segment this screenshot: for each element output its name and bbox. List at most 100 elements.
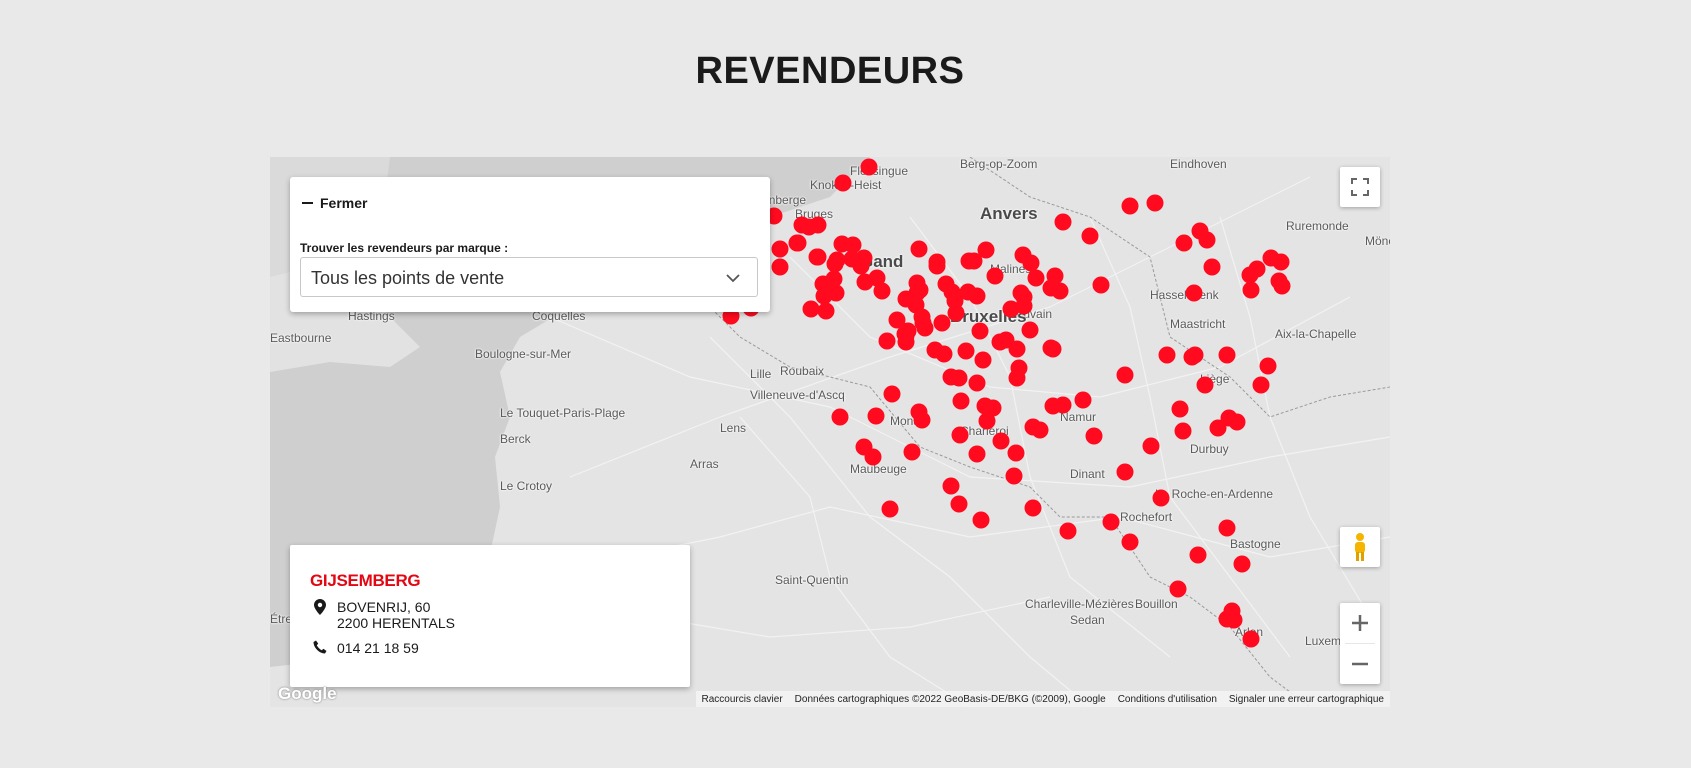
dealer-marker[interactable] xyxy=(971,322,989,340)
dealer-marker[interactable] xyxy=(1044,340,1062,358)
dealer-marker[interactable] xyxy=(1174,422,1192,440)
dealer-marker[interactable] xyxy=(817,302,835,320)
dealer-marker[interactable] xyxy=(878,332,896,350)
dealer-marker[interactable] xyxy=(950,369,968,387)
dealer-marker[interactable] xyxy=(1218,519,1236,537)
dealer-marker[interactable] xyxy=(800,218,818,236)
dealer-marker[interactable] xyxy=(1142,437,1160,455)
dealer-marker[interactable] xyxy=(960,252,978,270)
dealer-marker[interactable] xyxy=(968,287,986,305)
dealer-marker[interactable] xyxy=(914,314,932,332)
dealer-marker[interactable] xyxy=(771,240,789,258)
dealer-marker[interactable] xyxy=(856,273,874,291)
dealer-marker[interactable] xyxy=(899,322,917,340)
dealer-marker[interactable] xyxy=(992,432,1010,450)
dealer-marker[interactable] xyxy=(873,282,890,300)
fullscreen-button[interactable] xyxy=(1340,167,1380,207)
dealer-marker[interactable] xyxy=(852,257,870,275)
dealer-marker[interactable] xyxy=(1121,197,1139,215)
dealer-marker[interactable] xyxy=(1024,418,1042,436)
dealer-marker[interactable] xyxy=(788,234,806,252)
dealer-marker[interactable] xyxy=(771,258,789,276)
dealer-marker[interactable] xyxy=(1116,366,1134,384)
dealer-marker[interactable] xyxy=(1092,276,1110,294)
street-view-button[interactable] xyxy=(1340,527,1380,567)
dealer-marker[interactable] xyxy=(1012,284,1030,302)
dealer-marker[interactable] xyxy=(1196,376,1214,394)
dealer-marker[interactable] xyxy=(1014,246,1032,264)
dealer-marker[interactable] xyxy=(968,445,986,463)
zoom-out-button[interactable] xyxy=(1340,644,1380,684)
dealer-marker[interactable] xyxy=(928,253,946,271)
dealer-marker[interactable] xyxy=(974,351,992,369)
report-error-link[interactable]: Signaler une erreur cartographique xyxy=(1223,694,1390,705)
dealer-marker[interactable] xyxy=(951,426,969,444)
dealer-marker[interactable] xyxy=(825,270,843,288)
dealer-marker[interactable] xyxy=(942,477,960,495)
dealer-marker[interactable] xyxy=(1010,359,1028,377)
dealer-marker[interactable] xyxy=(828,251,846,269)
dealer-marker[interactable] xyxy=(1121,533,1139,551)
dealer-marker[interactable] xyxy=(935,345,953,363)
dealer-marker[interactable] xyxy=(1203,258,1221,276)
dealer-marker[interactable] xyxy=(1044,397,1062,415)
dealer-marker[interactable] xyxy=(855,438,873,456)
keyboard-shortcuts-link[interactable]: Raccourcis clavier xyxy=(696,694,789,705)
dealer-marker[interactable] xyxy=(1074,391,1092,409)
dealer-marker[interactable] xyxy=(1209,419,1227,437)
dealer-marker[interactable] xyxy=(883,385,901,403)
dealer-marker[interactable] xyxy=(1191,222,1209,240)
dealer-marker[interactable] xyxy=(1005,467,1023,485)
dealer-marker[interactable] xyxy=(1116,463,1134,481)
dealer-marker[interactable] xyxy=(986,267,1004,285)
dealer-marker[interactable] xyxy=(860,158,878,176)
dealer-marker[interactable] xyxy=(991,333,1009,351)
dealer-marker[interactable] xyxy=(947,304,965,322)
dealer-marker[interactable] xyxy=(968,374,986,392)
dealer-marker[interactable] xyxy=(957,342,975,360)
dealer-marker[interactable] xyxy=(1171,400,1189,418)
dealer-marker[interactable] xyxy=(809,248,827,266)
dealer-marker[interactable] xyxy=(834,174,852,192)
dealer-marker[interactable] xyxy=(1233,555,1251,573)
dealer-marker[interactable] xyxy=(1270,272,1288,290)
dealer-marker[interactable] xyxy=(802,300,820,318)
dealer-marker[interactable] xyxy=(1259,357,1277,375)
zoom-in-button[interactable] xyxy=(1340,603,1380,643)
dealer-marker[interactable] xyxy=(1223,602,1241,620)
dealer-marker[interactable] xyxy=(1186,346,1204,364)
dealer-marker[interactable] xyxy=(1059,522,1077,540)
dealer-marker[interactable] xyxy=(913,411,931,429)
terms-link[interactable]: Conditions d'utilisation xyxy=(1112,694,1223,705)
dealer-marker[interactable] xyxy=(910,240,928,258)
dealer-marker[interactable] xyxy=(1152,489,1170,507)
dealer-marker[interactable] xyxy=(1054,213,1072,231)
phone-number[interactable]: 014 21 18 59 xyxy=(337,640,419,656)
dealer-marker[interactable] xyxy=(1027,269,1045,287)
dealer-marker[interactable] xyxy=(903,443,921,461)
dealer-marker[interactable] xyxy=(1085,427,1103,444)
dealer-marker[interactable] xyxy=(1228,413,1246,431)
brand-select[interactable]: Tous les points de vente xyxy=(300,257,758,297)
dealer-marker[interactable] xyxy=(1158,346,1176,364)
dealer-marker[interactable] xyxy=(1146,194,1164,212)
close-button[interactable]: Fermer xyxy=(302,195,367,211)
dealer-marker[interactable] xyxy=(984,399,1002,417)
dealer-marker[interactable] xyxy=(952,392,970,410)
dealer-marker[interactable] xyxy=(1252,376,1270,394)
dealer-marker[interactable] xyxy=(1248,260,1266,278)
dealer-marker[interactable] xyxy=(1242,630,1260,648)
dealer-marker[interactable] xyxy=(1242,281,1260,299)
dealer-marker[interactable] xyxy=(950,495,968,513)
dealer-marker[interactable] xyxy=(1185,284,1203,302)
dealer-marker[interactable] xyxy=(977,241,995,259)
dealer-marker[interactable] xyxy=(1102,513,1120,531)
dealer-marker[interactable] xyxy=(1218,346,1236,364)
dealer-marker[interactable] xyxy=(867,407,885,425)
dealer-marker[interactable] xyxy=(1046,267,1064,285)
dealer-marker[interactable] xyxy=(1169,580,1187,598)
dealer-marker[interactable] xyxy=(908,274,926,292)
dealer-marker[interactable] xyxy=(1007,444,1025,462)
dealer-marker[interactable] xyxy=(1175,234,1193,252)
dealer-marker[interactable] xyxy=(937,275,955,293)
